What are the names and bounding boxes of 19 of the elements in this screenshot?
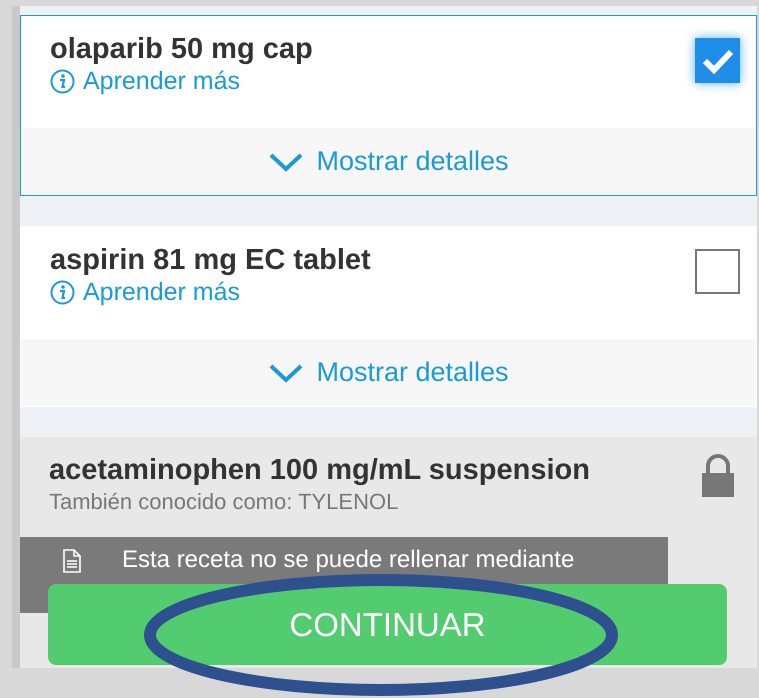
chevron-down-icon (268, 362, 304, 382)
chevron-down-icon (268, 152, 304, 172)
document-icon (62, 549, 82, 573)
show-details-button[interactable]: Mostrar detalles (21, 339, 756, 406)
continue-button[interactable]: CONTINUAR (48, 584, 727, 665)
checkmark-icon (702, 48, 734, 74)
learn-more-link[interactable]: Aprender más (50, 66, 313, 96)
learn-more-link[interactable]: Aprender más (50, 277, 371, 307)
checkbox[interactable] (695, 249, 740, 294)
info-icon (50, 68, 75, 94)
medication-name: acetaminophen 100 mg/mL suspension (49, 453, 590, 487)
medication-name: aspirin 81 mg EC tablet (50, 243, 371, 277)
notice-text: Esta receta no se puede rellenar mediante (122, 545, 574, 575)
show-details-button[interactable]: Mostrar detalles (21, 128, 756, 195)
also-known-as-text: También conocido como: TYLENOL (49, 488, 400, 516)
lock-icon (701, 453, 735, 497)
medication-name: olaparib 50 mg cap (50, 32, 313, 66)
checkbox[interactable] (695, 38, 740, 83)
info-icon (50, 280, 75, 304)
